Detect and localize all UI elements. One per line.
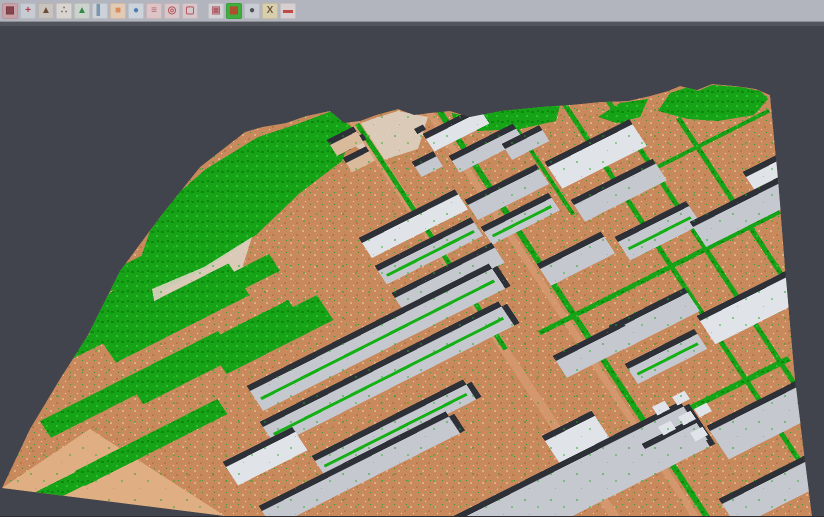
ruler-blue-icon[interactable]: ▌ — [92, 3, 108, 19]
selection-red-icon[interactable]: ▢ — [182, 3, 198, 19]
clip-box-red-icon[interactable]: ▣ — [208, 3, 224, 19]
point-cloud-scene[interactable] — [0, 26, 824, 516]
viewport-3d[interactable] — [0, 26, 824, 516]
mosaic-red-icon[interactable]: ▩ — [2, 3, 18, 19]
toolbar: ▩+▲∴▲▌■●≡◎▢▣▦●X▬ — [0, 0, 824, 22]
terrain-brown-icon[interactable]: ▲ — [38, 3, 54, 19]
classified-map-icon[interactable]: ▦ — [226, 3, 242, 19]
sphere-dark-icon[interactable]: ● — [244, 3, 260, 19]
pan-points-icon[interactable]: + — [20, 3, 36, 19]
square-orange-icon[interactable]: ■ — [110, 3, 126, 19]
hourglass-tan-icon[interactable]: X — [262, 3, 278, 19]
target-red-icon[interactable]: ◎ — [164, 3, 180, 19]
layers-red-icon[interactable]: ≡ — [146, 3, 162, 19]
terrain-green-icon[interactable]: ▲ — [74, 3, 90, 19]
globe-blue-icon[interactable]: ● — [128, 3, 144, 19]
application-window: ▩+▲∴▲▌■●≡◎▢▣▦●X▬ — [0, 0, 824, 517]
point-cloud-icon[interactable]: ∴ — [56, 3, 72, 19]
flag-red-icon[interactable]: ▬ — [280, 3, 296, 19]
